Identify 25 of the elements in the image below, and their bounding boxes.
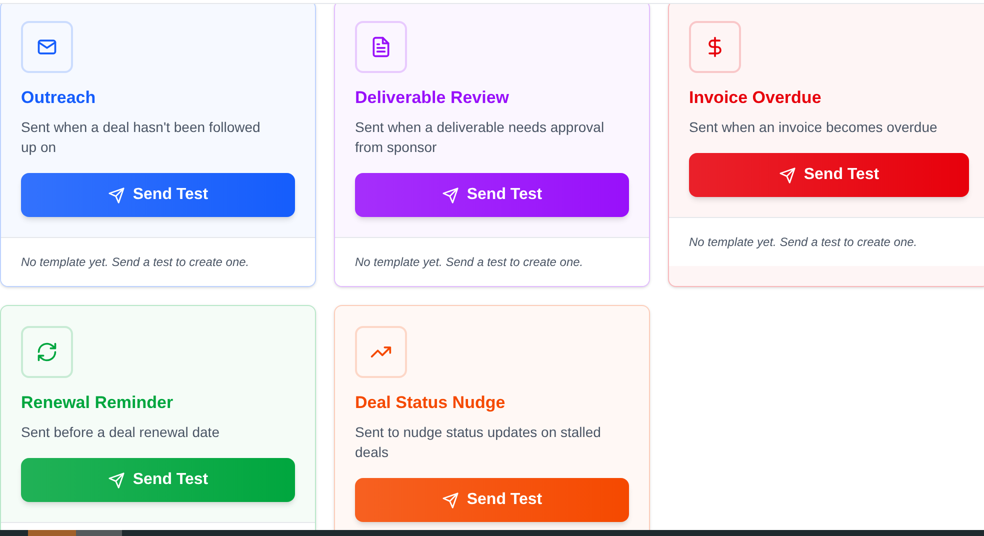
template-status-note: No template yet. Send a test to create one. <box>669 217 984 266</box>
send-icon <box>108 186 125 204</box>
card-description: Sent when a deal hasn't been followed up on <box>21 118 262 157</box>
card-title: Outreach <box>21 87 97 109</box>
send-icon <box>442 492 459 508</box>
send-test-button[interactable]: Send Test <box>21 173 295 217</box>
send-test-button[interactable]: Send Test <box>355 478 629 522</box>
card-title: Invoice Overdue <box>689 87 822 109</box>
card-description: Sent when a deliverable needs approval from sponsor <box>355 118 606 157</box>
card-description: Sent when an invoice becomes overdue <box>689 118 938 137</box>
document-icon <box>370 36 392 58</box>
send-test-button[interactable]: Send Test <box>21 458 295 502</box>
card-title: Deliverable Review <box>355 87 510 109</box>
template-status-note: No template yet. Send a test to create one. <box>335 237 649 286</box>
card-description: Sent before a deal renewal date <box>21 423 220 442</box>
send-icon <box>442 186 459 204</box>
send-icon <box>778 166 796 184</box>
card-description: Sent to nudge status updates on stalled deals <box>355 423 602 462</box>
refresh-icon <box>36 341 58 363</box>
send-icon <box>108 472 125 488</box>
send-test-button[interactable]: Send Test <box>689 153 969 197</box>
send-test-button[interactable]: Send Test <box>355 173 629 217</box>
card-title: Renewal Reminder <box>21 392 174 414</box>
card-title: Deal Status Nudge <box>355 392 506 414</box>
template-status-note: No template yet. Send a test to create one. <box>1 237 315 286</box>
